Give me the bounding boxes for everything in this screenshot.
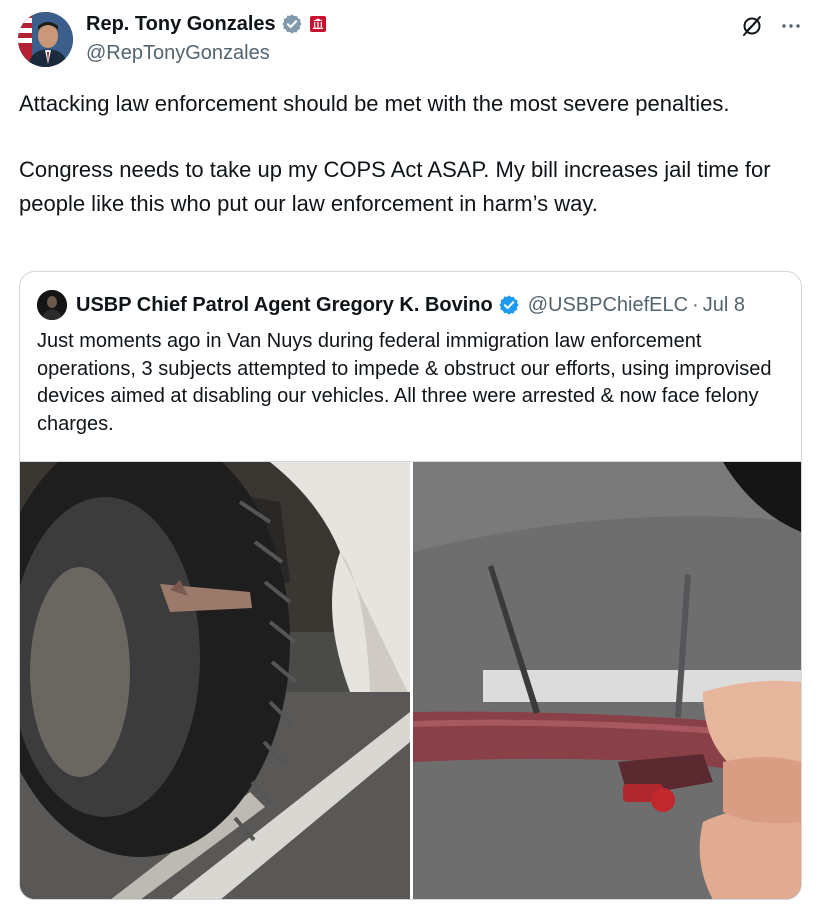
photo-tire-device[interactable] bbox=[20, 462, 410, 899]
tweet-paragraph: Congress needs to take up my COPS Act AS… bbox=[19, 157, 771, 216]
quoted-author-handle[interactable]: @USBPChiefELC bbox=[528, 294, 688, 317]
author-name[interactable]: Rep. Tony Gonzales bbox=[86, 11, 276, 37]
photo-spike-device[interactable] bbox=[413, 462, 801, 899]
quoted-tweet-media bbox=[20, 461, 801, 899]
verified-badge-icon[interactable] bbox=[281, 13, 303, 35]
tweet-paragraph: Attacking law enforcement should be met … bbox=[19, 91, 730, 116]
quoted-tweet-card[interactable]: USBP Chief Patrol Agent Gregory K. Bovin… bbox=[19, 271, 802, 900]
more-options-icon[interactable] bbox=[775, 10, 807, 42]
tweet-text: Attacking law enforcement should be met … bbox=[19, 87, 809, 221]
quoted-tweet-date[interactable]: Jul 8 bbox=[703, 294, 745, 317]
quoted-tweet-header: USBP Chief Patrol Agent Gregory K. Bovin… bbox=[37, 290, 745, 320]
avatar-photo bbox=[18, 12, 73, 67]
verified-badge-icon[interactable] bbox=[498, 294, 520, 316]
quoted-tweet-text: Just moments ago in Van Nuys during fede… bbox=[37, 330, 772, 435]
grok-icon[interactable] bbox=[736, 10, 768, 42]
quoted-author-avatar[interactable] bbox=[37, 290, 67, 320]
author-avatar[interactable] bbox=[18, 12, 73, 67]
author-handle[interactable]: @RepTonyGonzales bbox=[86, 40, 327, 66]
government-affiliation-icon[interactable] bbox=[309, 15, 327, 33]
separator-dot: · bbox=[692, 293, 699, 316]
quoted-author-name[interactable]: USBP Chief Patrol Agent Gregory K. Bovin… bbox=[76, 294, 493, 317]
author-header: Rep. Tony Gonzales @RepTonyGonzales bbox=[86, 11, 327, 66]
